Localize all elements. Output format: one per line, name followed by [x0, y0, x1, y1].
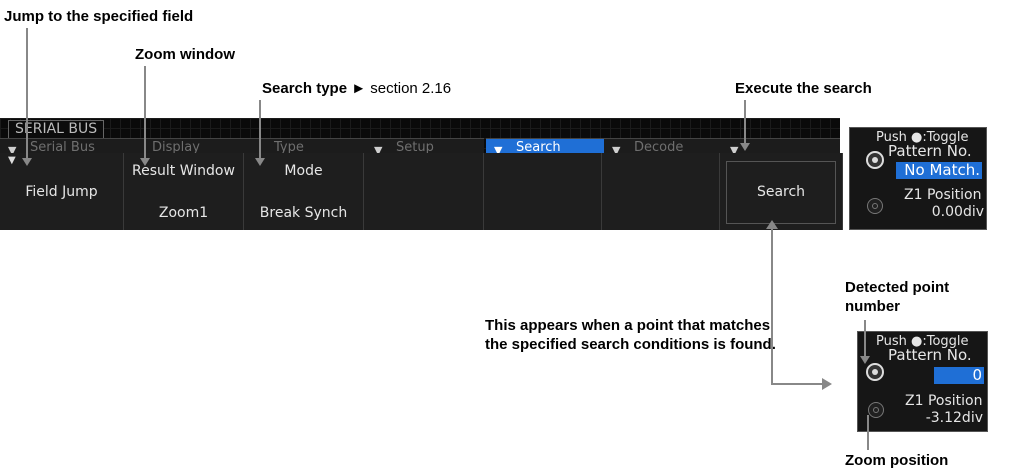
- mode-label: Mode: [284, 163, 323, 179]
- callout-search-type: Search type ► section 2.16: [262, 80, 451, 97]
- empty-key-2[interactable]: [484, 153, 602, 230]
- knob-icon[interactable]: [868, 402, 884, 418]
- pattern-panel-before: Push ●:Toggle Pattern No. No Match. Z1 P…: [849, 127, 987, 230]
- search-label: Search: [756, 184, 806, 200]
- empty-key-3[interactable]: [602, 153, 720, 230]
- callout-detected-point: Detected point number: [845, 279, 950, 315]
- z1-position-value: -3.12div: [925, 410, 983, 426]
- search-button[interactable]: Search: [720, 153, 843, 230]
- leader-detected-panel: [771, 225, 822, 385]
- triangle-down-icon: ▼: [8, 155, 16, 166]
- mode-value: Break Synch: [259, 205, 348, 221]
- callout-execute-search: Execute the search: [735, 80, 872, 97]
- callout-search-type-ref: ► section 2.16: [351, 80, 452, 97]
- pattern-panel-after: Push ●:Toggle Pattern No. 0 Z1 Position …: [857, 331, 988, 432]
- serial-bus-label: SERIAL BUS: [8, 120, 105, 139]
- z1-position-label: Z1 Position: [904, 187, 982, 203]
- pattern-no-label: Pattern No.: [888, 346, 972, 364]
- mode-button[interactable]: Mode Break Synch: [244, 153, 364, 230]
- knob-icon[interactable]: [866, 151, 884, 169]
- field-jump-button[interactable]: ▼ Field Jump: [0, 153, 124, 230]
- callout-appears-when: This appears when a point that matches t…: [485, 317, 776, 353]
- knob-icon[interactable]: [867, 198, 883, 214]
- empty-key-1[interactable]: [364, 153, 484, 230]
- result-window-label: Result Window: [132, 163, 235, 179]
- field-jump-label: Field Jump: [25, 184, 98, 200]
- z1-position-label: Z1 Position: [905, 393, 983, 409]
- pattern-no-value: 0: [934, 367, 984, 384]
- callout-zoom-window: Zoom window: [135, 46, 235, 63]
- knob-icon[interactable]: [866, 363, 884, 381]
- pattern-no-value: No Match.: [896, 162, 982, 179]
- z1-position-value: 0.00div: [931, 204, 984, 220]
- result-window-button[interactable]: Result Window Zoom1: [124, 153, 244, 230]
- callout-field-jump: Jump to the specified field: [4, 8, 194, 25]
- arrow-icon: [822, 378, 832, 390]
- callout-zoom-position: Zoom position: [845, 452, 949, 469]
- result-window-value: Zoom1: [158, 205, 209, 221]
- pattern-no-label: Pattern No.: [888, 142, 972, 160]
- callout-search-type-label: Search type: [262, 80, 348, 97]
